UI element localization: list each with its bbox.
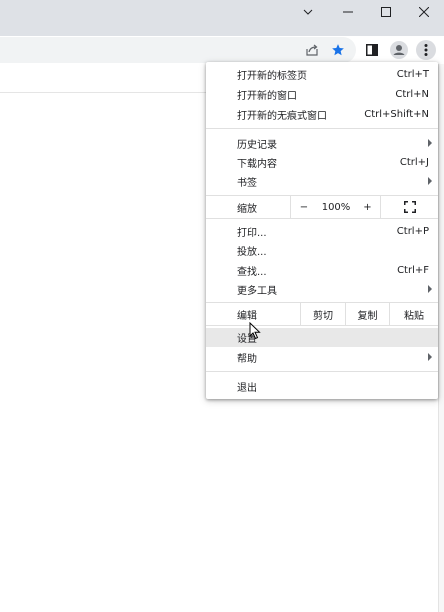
menu-separator: [206, 325, 438, 326]
menu-item-more-tools[interactable]: 更多工具: [206, 280, 438, 299]
side-panel-button[interactable]: [358, 36, 386, 64]
menu-item-new-tab[interactable]: 打开新的标签页 Ctrl+T: [206, 65, 438, 84]
menu-item-print[interactable]: 打印... Ctrl+P: [206, 222, 438, 241]
cut-button[interactable]: 剪切: [300, 303, 345, 325]
menu-item-label: 帮助: [237, 354, 257, 365]
bookmark-star-button[interactable]: [324, 36, 352, 64]
copy-label: 复制: [357, 310, 378, 322]
menu-item-shortcut: Ctrl+Shift+N: [364, 109, 429, 120]
tab-search-button[interactable]: [288, 0, 328, 24]
menu-item-label: 退出: [237, 383, 257, 394]
chevron-down-icon: [303, 9, 313, 15]
chrome-menu-button[interactable]: [412, 36, 440, 64]
maximize-button[interactable]: [366, 0, 406, 24]
zoom-out-label: −: [299, 201, 309, 213]
menu-item-label: 书签: [237, 178, 257, 189]
menu-item-label: 投放...: [237, 247, 267, 258]
menu-item-exit[interactable]: 退出: [206, 377, 438, 396]
menu-item-cast[interactable]: 投放...: [206, 241, 438, 260]
share-button[interactable]: [298, 36, 326, 64]
menu-item-label: 下载内容: [237, 159, 277, 170]
minimize-button[interactable]: [328, 0, 368, 24]
menu-item-shortcut: Ctrl+T: [396, 69, 429, 80]
menu-item-label: 打开新的无痕式窗口: [237, 111, 327, 122]
cut-label: 剪切: [313, 310, 333, 322]
fullscreen-button[interactable]: [380, 196, 438, 218]
submenu-arrow-icon: [428, 177, 432, 185]
submenu-arrow-icon: [428, 285, 432, 293]
copy-button[interactable]: 复制: [345, 303, 389, 325]
menu-item-label: 打开新的标签页: [237, 71, 307, 82]
zoom-out-button[interactable]: −: [290, 196, 317, 218]
submenu-arrow-icon: [428, 353, 432, 361]
paste-label: 粘贴: [404, 310, 424, 322]
profile-button[interactable]: [385, 36, 413, 64]
menu-separator: [206, 128, 438, 129]
menu-item-bookmarks[interactable]: 书签: [206, 172, 438, 191]
minimize-icon: [343, 11, 353, 13]
menu-item-label: 历史记录: [237, 140, 277, 151]
menu-item-label: 打开新的窗口: [237, 91, 297, 102]
menu-item-label: 查找...: [237, 267, 267, 278]
close-icon: [419, 7, 429, 17]
page-divider: [0, 92, 206, 93]
close-button[interactable]: [404, 0, 444, 24]
menu-item-find[interactable]: 查找... Ctrl+F: [206, 261, 438, 280]
menu-item-label: 打印...: [237, 228, 267, 239]
paste-button[interactable]: 粘贴: [389, 303, 438, 325]
profile-icon: [390, 41, 408, 59]
menu-item-shortcut: Ctrl+P: [396, 226, 429, 237]
more-vert-icon: [416, 40, 436, 60]
menu-separator: [206, 371, 438, 372]
submenu-arrow-icon: [428, 139, 432, 147]
side-panel-icon: [366, 44, 378, 56]
menu-item-new-incognito-window[interactable]: 打开新的无痕式窗口 Ctrl+Shift+N: [206, 105, 438, 124]
menu-item-downloads[interactable]: 下载内容 Ctrl+J: [206, 153, 438, 172]
maximize-icon: [381, 7, 391, 17]
zoom-in-button[interactable]: +: [355, 196, 380, 218]
zoom-in-label: +: [363, 201, 372, 213]
menu-item-shortcut: Ctrl+N: [395, 89, 429, 100]
fullscreen-icon: [403, 201, 416, 213]
menu-zoom-row: 缩放 − 100% +: [206, 196, 438, 218]
menu-item-shortcut: Ctrl+F: [397, 265, 429, 276]
menu-item-settings[interactable]: 设置: [206, 328, 438, 347]
page-scrollbar[interactable]: [438, 64, 444, 612]
menu-item-label: 更多工具: [237, 286, 277, 297]
title-bar: [0, 0, 444, 36]
share-icon: [306, 44, 318, 56]
menu-edit-row: 编辑 剪切 复制 粘贴: [206, 303, 438, 325]
browser-toolbar: [0, 36, 444, 64]
menu-item-help[interactable]: 帮助: [206, 348, 438, 367]
menu-separator: [206, 218, 438, 219]
zoom-level-value: 100%: [317, 196, 355, 218]
chrome-main-menu: 打开新的标签页 Ctrl+T 打开新的窗口 Ctrl+N 打开新的无痕式窗口 C…: [206, 62, 438, 399]
zoom-percent: 100%: [321, 201, 351, 213]
menu-item-history[interactable]: 历史记录: [206, 134, 438, 153]
mouse-cursor-icon: [249, 322, 261, 340]
edit-label: 编辑: [237, 311, 257, 322]
menu-item-shortcut: Ctrl+J: [399, 157, 429, 168]
zoom-label: 缩放: [237, 204, 257, 215]
star-icon: [332, 44, 344, 56]
menu-item-new-window[interactable]: 打开新的窗口 Ctrl+N: [206, 85, 438, 104]
